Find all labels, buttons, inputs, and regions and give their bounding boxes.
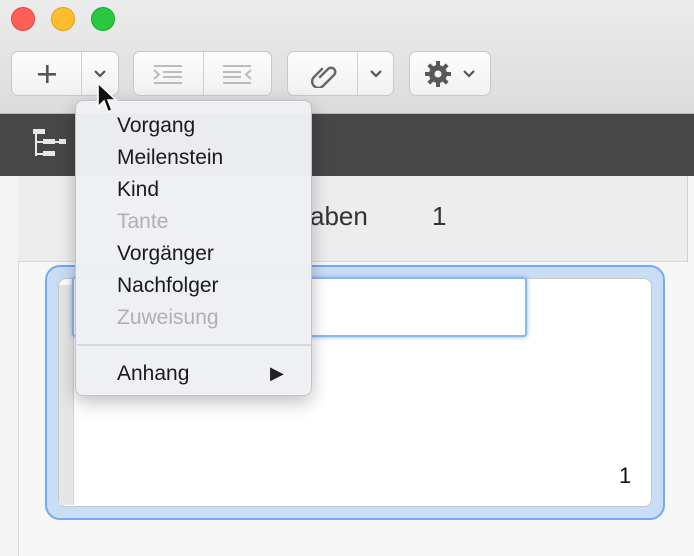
header-column-label: aben	[310, 201, 368, 231]
indent-button-group	[133, 51, 272, 96]
gear-icon	[425, 60, 451, 87]
add-dropdown-menu: Vorgang Meilenstein Kind Tante Vorgänger…	[75, 100, 312, 396]
menu-separator	[77, 344, 311, 346]
plus-icon	[37, 64, 56, 83]
settings-button[interactable]	[409, 51, 491, 96]
zoom-window-button[interactable]	[91, 7, 115, 31]
add-button[interactable]	[12, 52, 81, 95]
indent-icon	[153, 64, 183, 84]
attachment-menu-button[interactable]	[357, 52, 393, 95]
header-column-number: 1	[432, 201, 447, 231]
menu-item-vorgaenger[interactable]: Vorgänger	[117, 242, 214, 266]
task-card-number: 1	[619, 463, 632, 488]
paperclip-icon	[310, 66, 337, 88]
menu-item-zuweisung: Zuweisung	[117, 306, 219, 329]
menu-item-nachfolger[interactable]: Nachfolger	[117, 274, 219, 298]
chevron-down-icon	[94, 69, 106, 78]
menu-item-tante: Tante	[117, 210, 169, 233]
attachment-button-group	[287, 51, 394, 96]
outdent-button[interactable]	[202, 52, 272, 95]
indent-button[interactable]	[134, 52, 203, 95]
menu-item-kind[interactable]: Kind	[117, 178, 159, 202]
minimize-window-button[interactable]	[51, 7, 75, 31]
menu-item-meilenstein[interactable]: Meilenstein	[117, 146, 223, 170]
chevron-down-icon	[369, 69, 382, 78]
header-divider	[687, 176, 688, 262]
outdent-icon	[223, 64, 252, 84]
menu-item-vorgang[interactable]: Vorgang	[117, 114, 195, 138]
submenu-arrow-icon: ▶	[270, 363, 284, 383]
chevron-down-icon	[463, 69, 475, 78]
close-window-button[interactable]	[11, 7, 35, 31]
mouse-pointer-icon	[97, 82, 119, 114]
tree-view-icon[interactable]	[30, 127, 68, 161]
attachment-button[interactable]	[288, 52, 357, 95]
menu-item-anhang[interactable]: Anhang	[117, 362, 189, 386]
